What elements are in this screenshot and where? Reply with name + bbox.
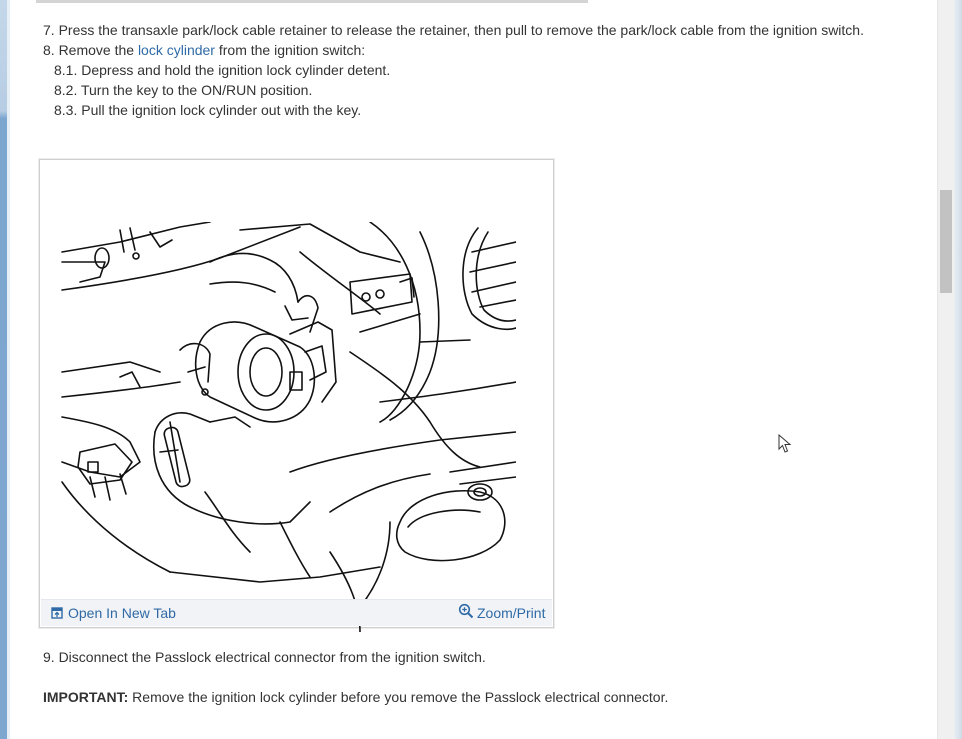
important-note: IMPORTANT: Remove the ignition lock cyli… bbox=[43, 689, 668, 705]
step-8-line: 8. Remove the lock cylinder from the ign… bbox=[43, 42, 365, 58]
step-8-prefix: 8. Remove the bbox=[43, 42, 138, 58]
previous-figure-bottom-edge bbox=[36, 0, 588, 3]
vertical-scrollbar[interactable] bbox=[937, 0, 955, 739]
scrollbar-thumb[interactable] bbox=[940, 190, 952, 293]
lock-cylinder-link[interactable]: lock cylinder bbox=[138, 42, 215, 58]
important-label: IMPORTANT: bbox=[43, 689, 129, 705]
figure-action-bar: Open In New Tab Zoom/Print bbox=[41, 599, 552, 626]
ignition-lock-cylinder-illustration[interactable] bbox=[60, 222, 516, 632]
illustration-figure: Open In New Tab Zoom/Print bbox=[39, 159, 554, 632]
step-8-suffix: from the ignition switch: bbox=[214, 42, 366, 58]
step-8-1-text: 8.1. Depress and hold the ignition lock … bbox=[54, 62, 391, 78]
open-in-new-tab-button[interactable]: Open In New Tab bbox=[51, 605, 176, 621]
step-9-text: 9. Disconnect the Passlock electrical co… bbox=[43, 649, 486, 665]
magnifier-zoom-icon bbox=[458, 603, 474, 619]
mouse-pointer-icon bbox=[778, 434, 792, 453]
window-right-frame bbox=[954, 0, 962, 739]
step-8-3-text: 8.3. Pull the ignition lock cylinder out… bbox=[54, 102, 362, 118]
window-left-frame-inner bbox=[7, 0, 10, 739]
open-new-tab-icon bbox=[51, 607, 63, 619]
step-7-text: 7. Press the transaxle park/lock cable r… bbox=[43, 22, 864, 38]
open-in-new-tab-label: Open In New Tab bbox=[68, 605, 176, 621]
zoom-print-label: Zoom/Print bbox=[477, 605, 546, 621]
step-8-2-text: 8.2. Turn the key to the ON/RUN position… bbox=[54, 82, 313, 98]
important-text: Remove the ignition lock cylinder before… bbox=[128, 689, 669, 705]
window-left-frame bbox=[0, 0, 10, 739]
zoom-print-button[interactable]: Zoom/Print bbox=[458, 603, 546, 621]
